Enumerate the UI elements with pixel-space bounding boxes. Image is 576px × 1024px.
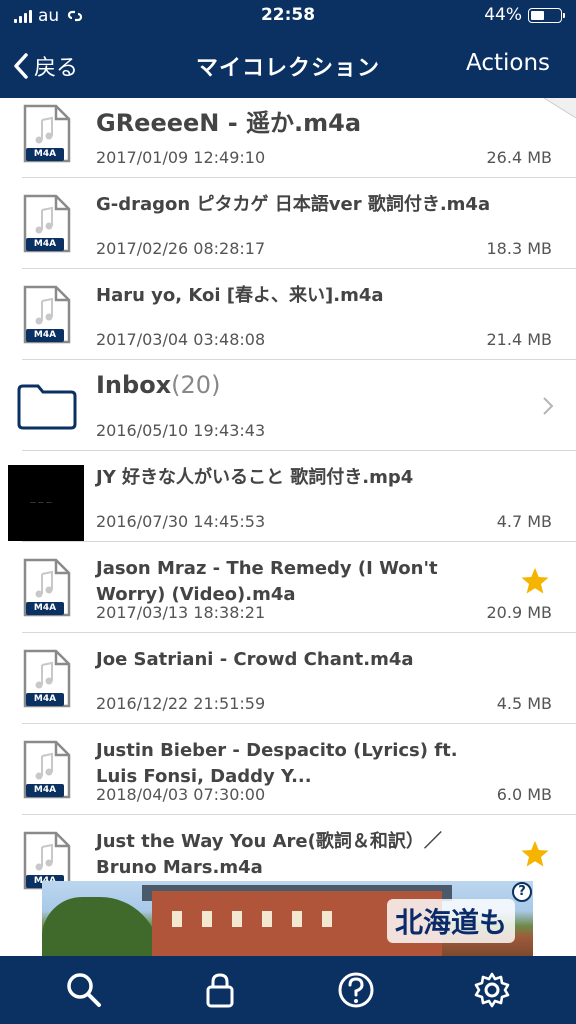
item-name: Haru yo, Koi [春よ、来い].m4a (96, 285, 384, 306)
item-name: Justin Bieber - Despacito (Lyrics) ft. L… (96, 740, 458, 787)
item-size: 4.5 MB (496, 694, 552, 713)
navigation-bar: 戻る マイコレクション Actions (0, 32, 576, 98)
battery-icon (528, 7, 565, 23)
item-name: Inbox(20) (96, 372, 496, 398)
item-date: 2017/01/09 12:49:10 (96, 148, 266, 167)
item-name: G-dragon ピタカゲ 日本語ver 歌詞付き.m4a (96, 194, 491, 215)
item-size: 4.7 MB (496, 512, 552, 531)
item-name: Jason Mraz - The Remedy (I Won't Worry) … (96, 558, 438, 605)
list-item[interactable]: M4A Joe Satriani - Crowd Chant.m4a 2016/… (22, 633, 576, 724)
folder-label: Inbox (96, 371, 172, 399)
actions-button[interactable]: Actions (466, 50, 550, 76)
ad-text: 北海道も (386, 899, 515, 943)
gear-icon[interactable] (472, 970, 512, 1010)
m4a-file-icon: M4A (22, 740, 72, 800)
m4a-file-icon: M4A (22, 194, 72, 254)
item-size: 18.3 MB (486, 239, 553, 258)
chevron-right-icon (543, 397, 554, 415)
ad-window (322, 911, 332, 927)
item-size: 21.4 MB (486, 330, 553, 349)
ad-banner[interactable]: 北海道も (42, 881, 533, 956)
status-bar: au 22:58 44% (0, 0, 576, 32)
m4a-badge: M4A (26, 693, 64, 706)
ad-window (292, 911, 302, 927)
item-date: 2017/03/13 18:38:21 (96, 603, 266, 622)
list-item[interactable]: M4A GReeeeN - 遥か.m4a 2017/01/09 12:49:10… (22, 98, 576, 178)
m4a-file-icon: M4A (22, 558, 72, 618)
ad-trees (42, 897, 160, 956)
list-item[interactable]: M4A Jason Mraz - The Remedy (I Won't Wor… (22, 542, 576, 633)
item-name: Just the Way You Are(歌詞＆和訳）／Bruno Mars.m… (96, 831, 442, 878)
item-size: 26.4 MB (486, 148, 553, 167)
ad-window (202, 911, 212, 927)
star-icon[interactable] (520, 839, 550, 869)
m4a-file-icon: M4A (22, 104, 72, 164)
help-icon[interactable] (336, 970, 376, 1010)
tab-bar (0, 956, 576, 1024)
m4a-badge: M4A (26, 602, 64, 615)
item-date: 2016/12/22 21:51:59 (96, 694, 266, 713)
page-curl-icon[interactable] (544, 98, 576, 118)
m4a-file-icon: M4A (22, 285, 72, 345)
item-size: 20.9 MB (486, 603, 553, 622)
m4a-badge: M4A (26, 238, 64, 251)
ad-window (172, 911, 182, 927)
ad-window (232, 911, 242, 927)
list-item[interactable]: M4A G-dragon ピタカゲ 日本語ver 歌詞付き.m4a 2017/0… (22, 178, 576, 269)
m4a-badge: M4A (26, 784, 64, 797)
m4a-badge: M4A (26, 329, 64, 342)
folder-count: (20) (171, 371, 221, 399)
list-item-folder[interactable]: Inbox(20) 2016/05/10 19:43:43 (17, 360, 576, 451)
search-icon[interactable] (64, 970, 104, 1010)
item-date: 2016/07/30 14:45:53 (96, 512, 266, 531)
m4a-badge: M4A (26, 148, 64, 161)
item-date: 2017/02/26 08:28:17 (96, 239, 266, 258)
star-icon[interactable] (520, 566, 550, 596)
list-item[interactable]: — — — JY 好きな人がいること 歌詞付き.mp4 2016/07/30 1… (8, 451, 576, 542)
list-item[interactable]: M4A Haru yo, Koi [春よ、来い].m4a 2017/03/04 … (22, 269, 576, 360)
item-name: GReeeeN - 遥か.m4a (96, 109, 362, 137)
item-name: Joe Satriani - Crowd Chant.m4a (96, 649, 414, 670)
video-thumbnail: — — — (8, 465, 84, 541)
ad-help-icon[interactable]: ? (512, 882, 532, 902)
m4a-file-icon: M4A (22, 649, 72, 709)
thumbnail-caption: — — — (30, 499, 52, 506)
battery-percent: 44% (484, 5, 522, 25)
item-name: JY 好きな人がいること 歌詞付き.mp4 (96, 467, 414, 488)
lock-icon[interactable] (200, 970, 240, 1010)
list-item[interactable]: M4A Justin Bieber - Despacito (Lyrics) f… (22, 724, 576, 815)
collection-list: M4A GReeeeN - 遥か.m4a 2017/01/09 12:49:10… (0, 98, 576, 906)
ad-window (262, 911, 272, 927)
item-date: 2017/03/04 03:48:08 (96, 330, 266, 349)
item-date: 2016/05/10 19:43:43 (96, 421, 266, 440)
item-size: 6.0 MB (496, 785, 552, 804)
item-date: 2018/04/03 07:30:00 (96, 785, 266, 804)
battery-group: 44% (484, 5, 565, 25)
folder-icon (16, 382, 78, 442)
